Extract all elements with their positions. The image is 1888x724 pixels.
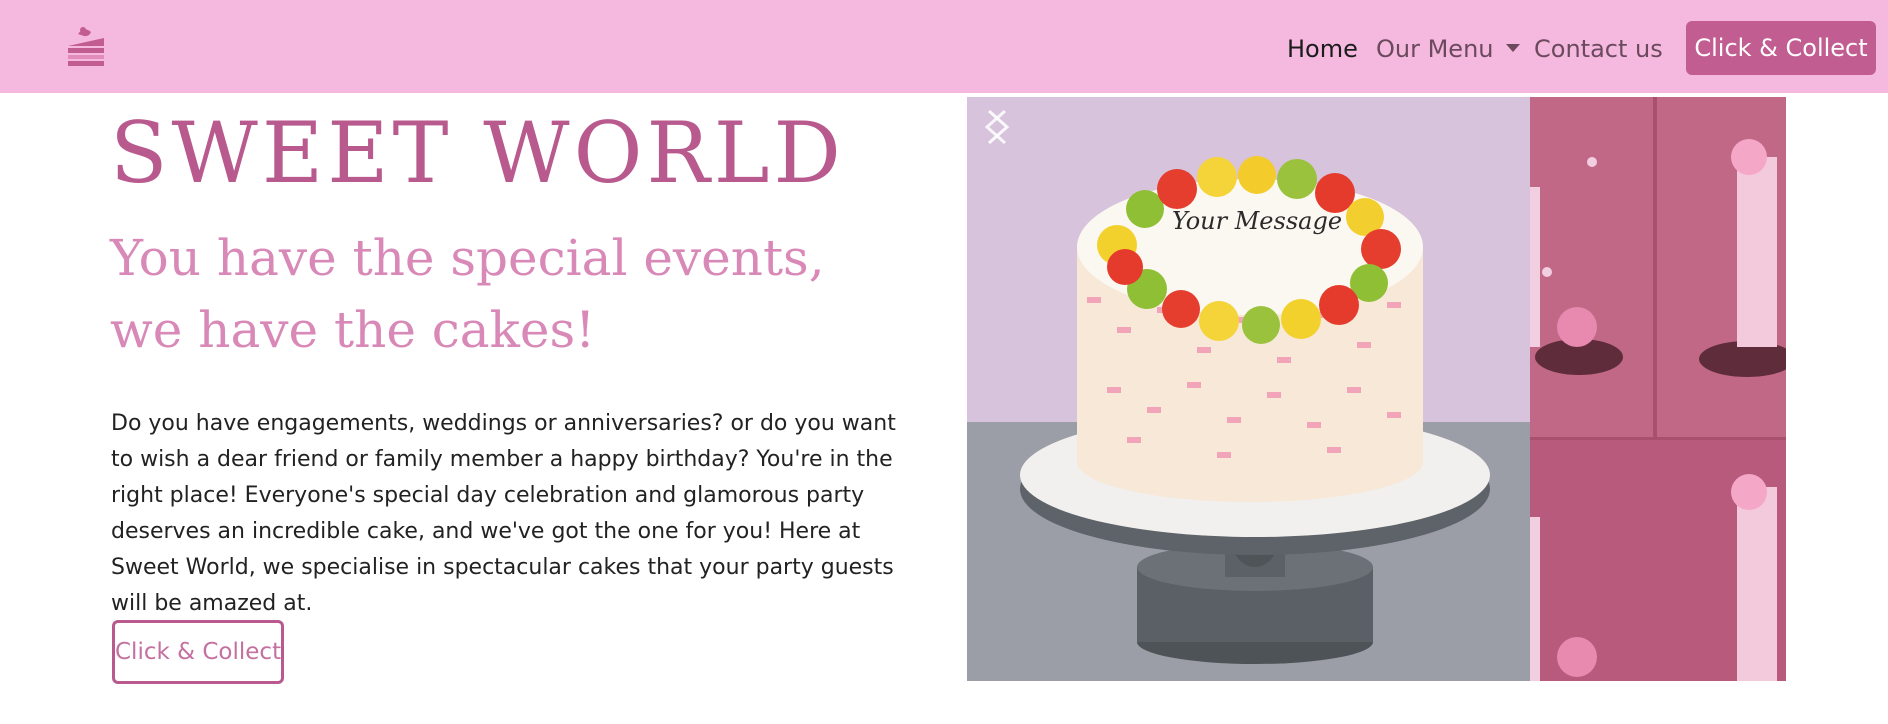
cake-carousel[interactable]: Your Message [967, 97, 1786, 681]
hero-subtitle: You have the special events, we have the… [110, 229, 825, 359]
chevron-right-icon[interactable] [967, 97, 1027, 157]
cake-message-text: Your Message [1172, 207, 1342, 235]
nav-home-link[interactable]: Home [1287, 32, 1358, 66]
cake-slice-icon[interactable] [64, 24, 110, 70]
pink-drip-cake-image [1530, 97, 1786, 681]
nav-our-menu-dropdown[interactable]: Our Menu [1376, 32, 1520, 66]
hero-description: Do you have engagements, weddings or ann… [111, 411, 896, 616]
nav-contact-link[interactable]: Contact us [1534, 32, 1663, 66]
caret-down-icon [1505, 44, 1520, 52]
hero-title: SWEET WORLD [110, 104, 845, 202]
nav-our-menu-label: Our Menu [1376, 35, 1494, 63]
carousel-slide-images: Your Message [967, 97, 1786, 681]
navbar: Home Our Menu Contact us Click & Collect [0, 0, 1888, 93]
hero-click-collect-button[interactable]: Click & Collect [112, 620, 284, 684]
nav-click-collect-button[interactable]: Click & Collect [1686, 21, 1876, 75]
